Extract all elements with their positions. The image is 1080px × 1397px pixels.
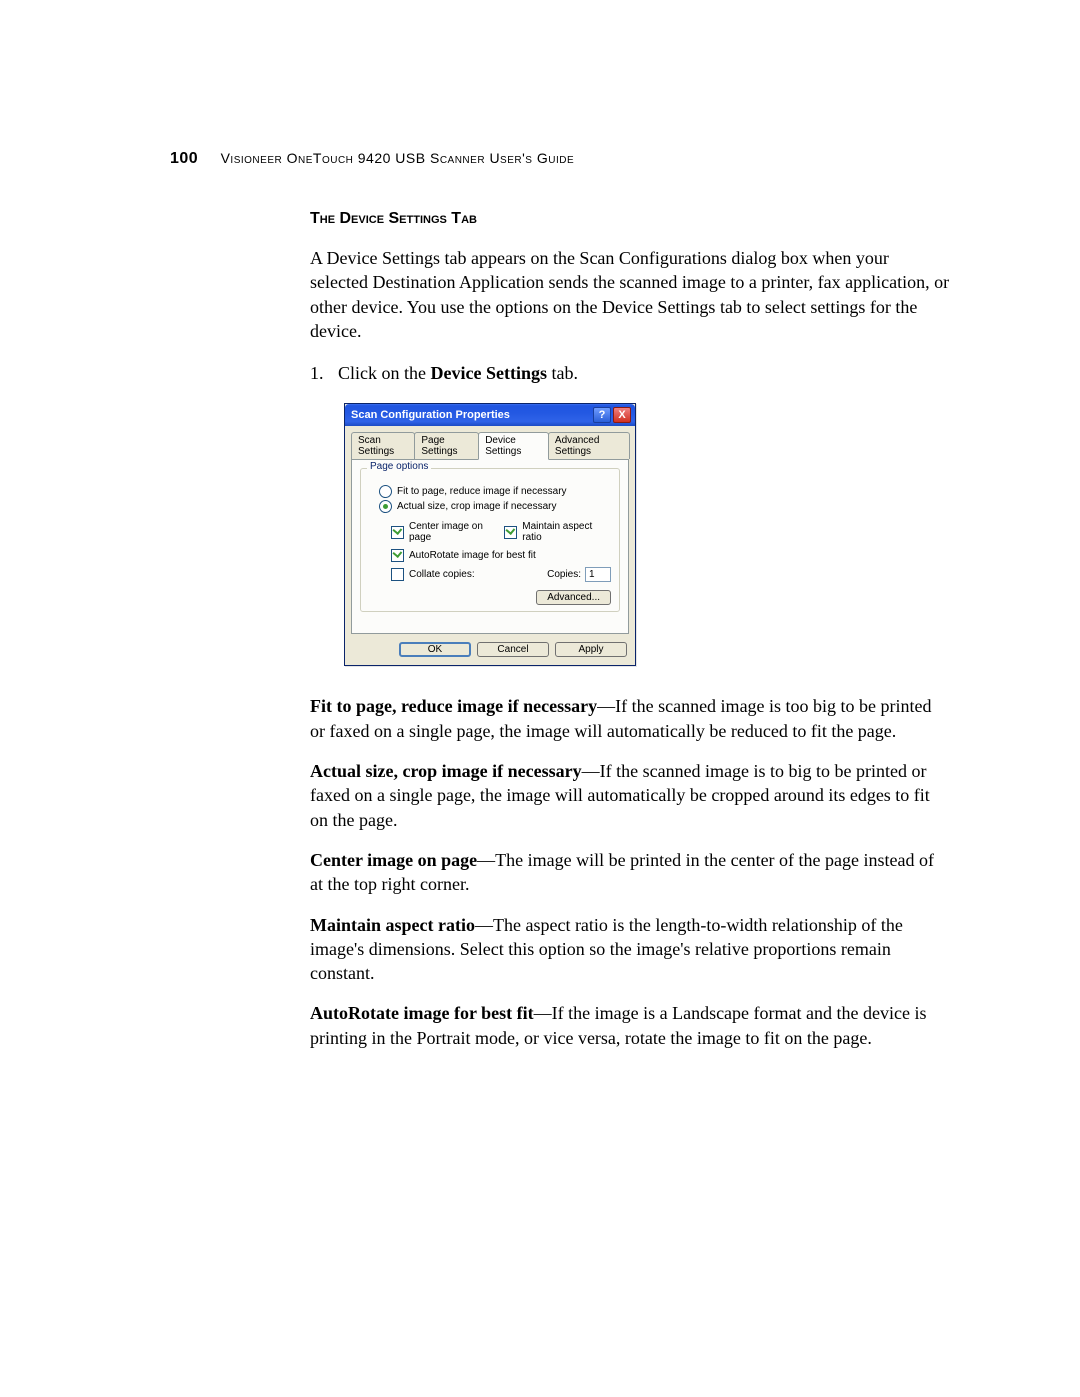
checkbox-icon — [391, 549, 404, 562]
tab-strip: Scan Settings Page Settings Device Setti… — [351, 432, 629, 460]
checkbox-icon — [504, 526, 517, 539]
page-header: 100 Visioneer OneTouch 9420 USB Scanner … — [170, 150, 950, 168]
close-icon[interactable]: X — [613, 407, 631, 423]
advanced-row: Advanced... — [369, 591, 611, 603]
page-options-group: Page options Fit to page, reduce image i… — [360, 468, 620, 612]
tab-scan-settings[interactable]: Scan Settings — [351, 432, 415, 459]
collate-row: Collate copies: Copies: 1 — [391, 566, 611, 583]
checkbox-label: Collate copies: — [409, 569, 475, 580]
checkbox-icon — [391, 568, 404, 581]
radio-actual-size[interactable]: Actual size, crop image if necessary — [379, 500, 611, 513]
step-bold: Device Settings — [431, 363, 547, 383]
content-column: The Device Settings Tab A Device Setting… — [310, 210, 950, 1050]
dialog-titlebar[interactable]: Scan Configuration Properties ? X — [345, 404, 635, 426]
section-title: The Device Settings Tab — [310, 210, 950, 228]
copies-label: Copies: — [547, 569, 581, 580]
header-title: Visioneer OneTouch 9420 USB Scanner User… — [221, 150, 575, 166]
def-center: Center image on page—The image will be p… — [310, 848, 950, 897]
tab-page-settings[interactable]: Page Settings — [414, 432, 479, 459]
checkbox-label: Center image on page — [409, 521, 504, 543]
ok-button[interactable]: OK — [399, 642, 471, 657]
checkbox-label: AutoRotate image for best fit — [409, 550, 536, 561]
checkbox-label: Maintain aspect ratio — [522, 521, 611, 543]
tab-advanced-settings[interactable]: Advanced Settings — [548, 432, 630, 459]
checkbox-collate[interactable]: Collate copies: — [391, 568, 475, 581]
dialog-screenshot: Scan Configuration Properties ? X Scan S… — [344, 403, 950, 666]
radio-fit-to-page[interactable]: Fit to page, reduce image if necessary — [379, 485, 611, 498]
def-term: AutoRotate image for best fit — [310, 1003, 534, 1023]
step-post: tab. — [547, 363, 578, 383]
checkbox-center-image[interactable]: Center image on page — [391, 521, 504, 543]
advanced-button[interactable]: Advanced... — [536, 590, 611, 605]
tab-panel: Page options Fit to page, reduce image i… — [351, 459, 629, 634]
radio-icon — [379, 500, 392, 513]
radio-icon — [379, 485, 392, 498]
def-term: Fit to page, reduce image if necessary — [310, 696, 597, 716]
checkbox-autorotate[interactable]: AutoRotate image for best fit — [391, 549, 611, 562]
checkbox-icon — [391, 526, 404, 539]
step-1: 1. Click on the Device Settings tab. — [310, 361, 950, 385]
def-aspect: Maintain aspect ratio—The aspect ratio i… — [310, 913, 950, 986]
scan-config-dialog: Scan Configuration Properties ? X Scan S… — [344, 403, 636, 666]
step-pre: Click on the — [338, 363, 431, 383]
radio-label: Fit to page, reduce image if necessary — [397, 486, 567, 497]
tab-device-settings[interactable]: Device Settings — [478, 432, 549, 460]
def-term: Center image on page — [310, 850, 477, 870]
radio-label: Actual size, crop image if necessary — [397, 501, 557, 512]
page-number: 100 — [170, 150, 198, 167]
page: 100 Visioneer OneTouch 9420 USB Scanner … — [0, 0, 1080, 1397]
def-autorotate: AutoRotate image for best fit—If the ima… — [310, 1001, 950, 1050]
def-actual: Actual size, crop image if necessary—If … — [310, 759, 950, 832]
cancel-button[interactable]: Cancel — [477, 642, 549, 657]
def-term: Maintain aspect ratio — [310, 915, 475, 935]
apply-button[interactable]: Apply — [555, 642, 627, 657]
def-term: Actual size, crop image if necessary — [310, 761, 582, 781]
checkbox-maintain-aspect[interactable]: Maintain aspect ratio — [504, 521, 611, 543]
step-text: Click on the Device Settings tab. — [338, 361, 578, 385]
group-title: Page options — [367, 461, 431, 472]
intro-paragraph: A Device Settings tab appears on the Sca… — [310, 246, 950, 343]
def-fit: Fit to page, reduce image if necessary—I… — [310, 694, 950, 743]
copies-input[interactable]: 1 — [585, 567, 611, 582]
dialog-title: Scan Configuration Properties — [351, 409, 591, 421]
dialog-body: Scan Settings Page Settings Device Setti… — [345, 426, 635, 665]
help-icon[interactable]: ? — [593, 407, 611, 423]
dialog-button-row: OK Cancel Apply — [351, 642, 629, 657]
step-number: 1. — [310, 361, 338, 385]
